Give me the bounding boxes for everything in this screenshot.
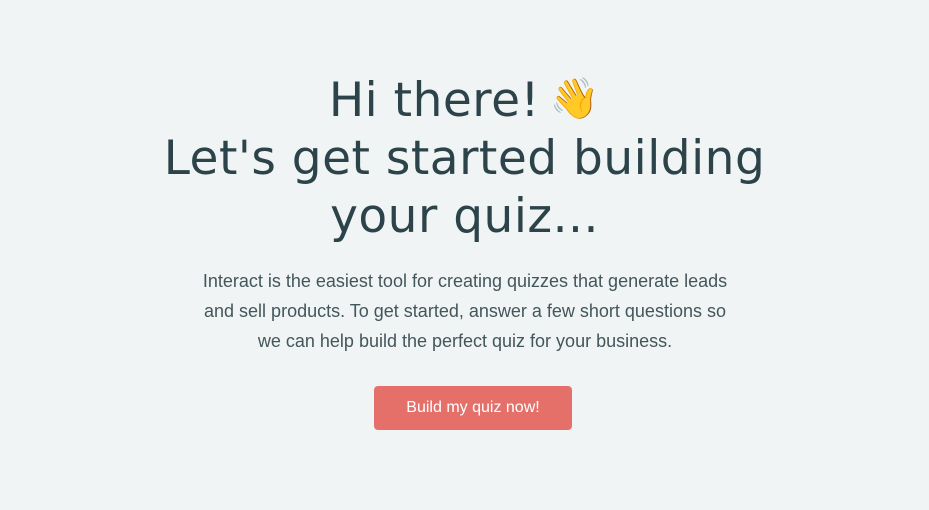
intro-description: Interact is the easiest tool for creatin… [165,266,765,356]
headline-line-1: Hi there! 👋 [0,70,929,130]
description-line-2: and sell products. To get started, answe… [204,301,726,321]
description-line-3: we can help build the perfect quiz for y… [257,331,673,351]
headline-line-2: Let's get started building [163,131,766,186]
description-line-1: Interact is the easiest tool for creatin… [202,271,728,291]
page-title: Hi there! 👋 Let's get started building yo… [0,70,929,246]
waving-hand-icon: 👋 [549,76,601,122]
headline-line-3: your quiz... [330,189,599,244]
build-quiz-button[interactable]: Build my quiz now! [374,386,572,430]
greeting-text: Hi there! [328,73,540,128]
welcome-screen: Hi there! 👋 Let's get started building yo… [0,0,929,510]
